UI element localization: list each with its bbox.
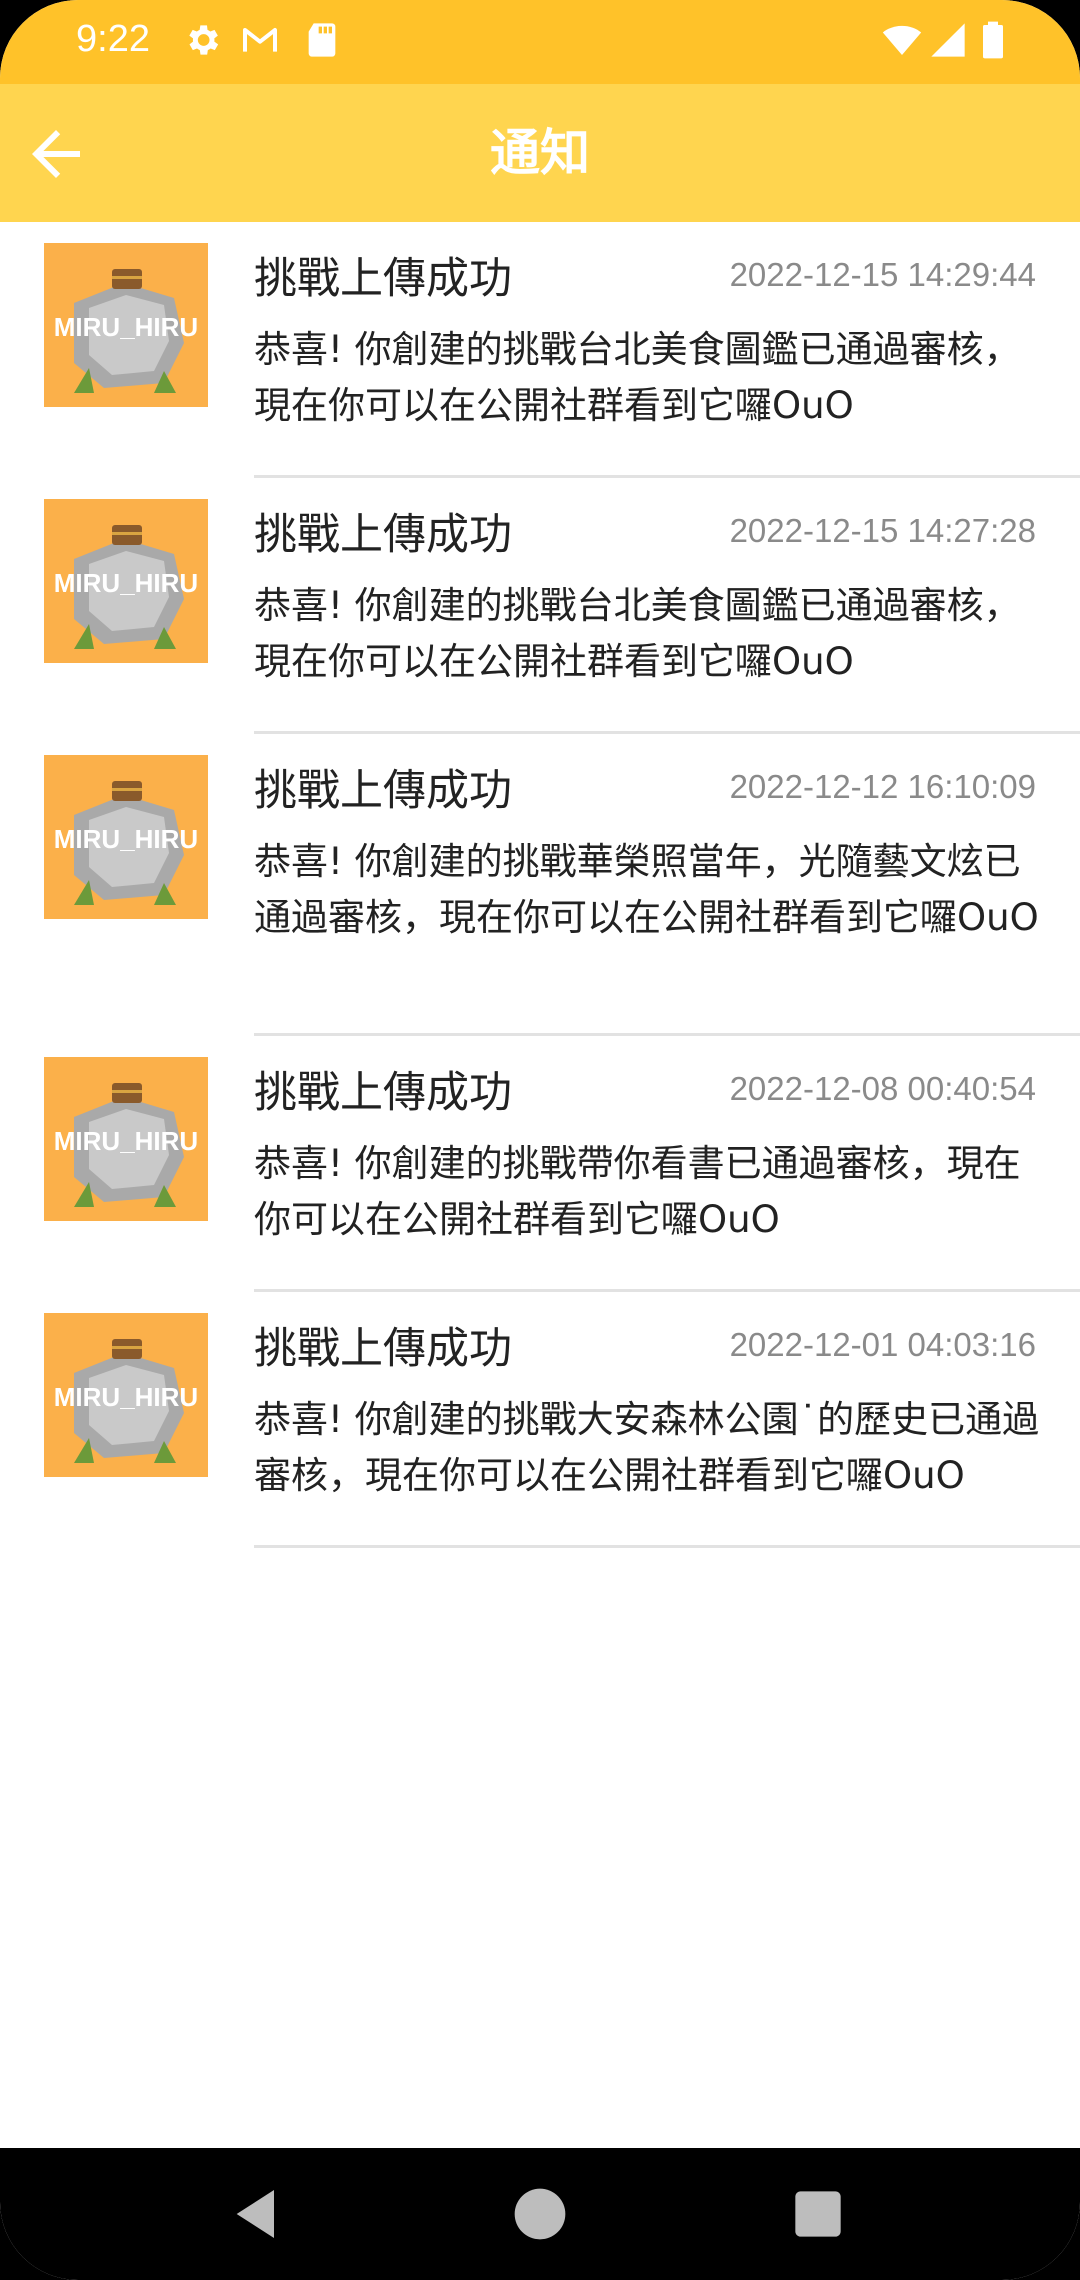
system-nav-bar [0,2148,1080,2280]
gear-icon [189,25,219,55]
avatar-text: MIRU_HIRU [54,312,198,342]
notification-body: 恭喜! 你創建的挑戰台北美食圖鑑已通過審核，現在你可以在公開社群看到它囉OuO [254,328,1021,427]
avatar: MIRU_HIRU [44,1313,208,1477]
notification-body: 恭喜! 你創建的挑戰華榮照當年，光隨藝文炫已通過審核，現在你可以在公開社群看到它… [254,840,1039,939]
notification-title: 挑戰上傳成功 [254,254,512,304]
wifi-icon [882,25,922,55]
notification-time: 2022-12-01 04:03:16 [729,1326,1036,1363]
status-bar: 9:22 [0,0,1080,84]
avatar: MIRU_HIRU [44,1057,208,1221]
avatar: MIRU_HIRU [44,755,208,919]
arrow-left-icon [32,130,80,178]
notification-time: 2022-12-12 16:10:09 [729,768,1036,805]
screen: 9:22 通知 MIRU_HIRU 挑戰上傳成功 2022-12-15 14:2… [0,0,1080,2280]
avatar: MIRU_HIRU [44,243,208,407]
notification-title: 挑戰上傳成功 [254,766,512,816]
battery-icon [983,21,1003,59]
home-circle-icon [514,2188,566,2240]
back-button[interactable] [20,118,92,190]
notification-list: MIRU_HIRU 挑戰上傳成功 2022-12-15 14:29:44 恭喜!… [0,222,1080,1548]
notification-title: 挑戰上傳成功 [254,1324,512,1374]
notification-item[interactable]: MIRU_HIRU 挑戰上傳成功 2022-12-08 00:40:54 恭喜!… [0,1036,1080,1292]
avatar-text: MIRU_HIRU [54,568,198,598]
notification-item[interactable]: MIRU_HIRU 挑戰上傳成功 2022-12-12 16:10:09 恭喜!… [0,734,1080,1036]
app-bar: 通知 [0,84,1080,222]
status-time: 9:22 [76,18,150,60]
notification-time: 2022-12-15 14:27:28 [729,512,1036,549]
signal-icon [931,23,965,57]
page-title: 通知 [490,124,590,182]
notification-title: 挑戰上傳成功 [254,510,512,560]
notification-item[interactable]: MIRU_HIRU 挑戰上傳成功 2022-12-01 04:03:16 恭喜!… [0,1292,1080,1548]
notification-time: 2022-12-08 00:40:54 [729,1070,1036,1107]
sd-card-icon [308,23,336,57]
avatar: MIRU_HIRU [44,499,208,663]
recents-square-icon [795,2191,841,2237]
nav-back-button[interactable] [226,2182,290,2246]
avatar-text: MIRU_HIRU [54,824,198,854]
notification-item[interactable]: MIRU_HIRU 挑戰上傳成功 2022-12-15 14:27:28 恭喜!… [0,478,1080,734]
notification-time: 2022-12-15 14:29:44 [729,256,1036,293]
avatar-text: MIRU_HIRU [54,1126,198,1156]
back-triangle-icon [236,2190,274,2238]
notification-item[interactable]: MIRU_HIRU 挑戰上傳成功 2022-12-15 14:29:44 恭喜!… [0,222,1080,478]
avatar-text: MIRU_HIRU [54,1382,198,1412]
notification-body: 恭喜! 你創建的挑戰台北美食圖鑑已通過審核，現在你可以在公開社群看到它囉OuO [254,584,1021,683]
notification-body: 恭喜! 你創建的挑戰帶你看書已通過審核，現在你可以在公開社群看到它囉OuO [254,1142,1021,1241]
nav-home-button[interactable] [508,2182,572,2246]
gmail-icon [243,28,277,52]
notification-title: 挑戰上傳成功 [254,1068,512,1118]
divider [254,1545,1080,1548]
notification-body: 恭喜! 你創建的挑戰大安森林公園˙的歷史已通過審核，現在你可以在公開社群看到它囉… [254,1398,1040,1497]
nav-recents-button[interactable] [786,2182,850,2246]
